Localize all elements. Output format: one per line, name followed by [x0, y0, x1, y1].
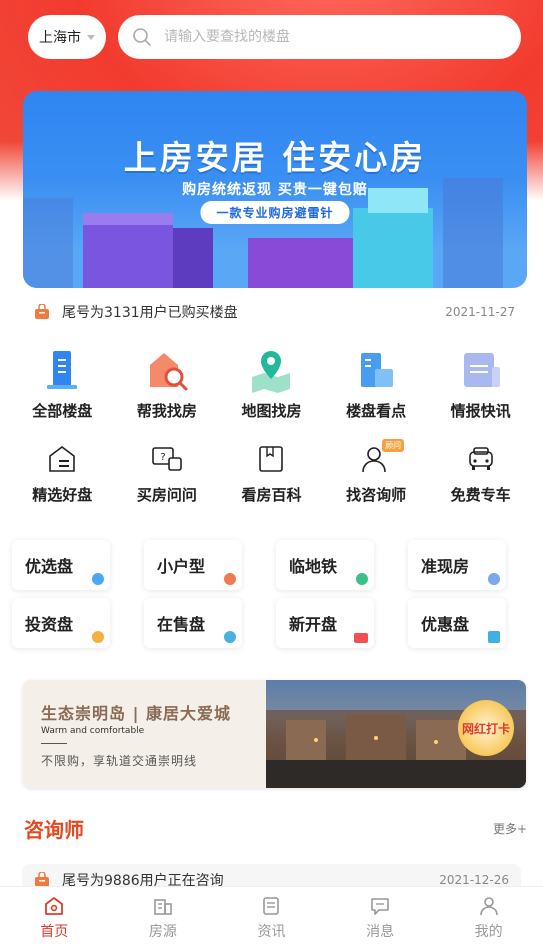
tag-label: 临地铁 [289, 557, 338, 576]
grid-item-all-buildings[interactable]: 全部楼盘 [10, 346, 115, 421]
tab-label: 首页 [40, 924, 69, 940]
article-icon [263, 897, 280, 915]
message-icon [371, 898, 389, 915]
banner-subtitle: 购房统统返现 买贵一键包赔 [182, 182, 368, 198]
bottom-tab-bar: 首页 房源 资讯 消息 我的 [0, 886, 543, 949]
search-input[interactable] [164, 29, 521, 45]
ad-badge: 网红打卡 [458, 700, 514, 756]
grid-label: 全部楼盘 [32, 402, 93, 420]
question-chat-icon: ? [152, 447, 182, 471]
car-icon [468, 447, 493, 470]
grid-label: 帮我找房 [136, 402, 197, 420]
feature-grid: 全部楼盘 帮我找房 地图找房 楼盘看点 情报快讯 精选好盘 ? 买房问问 看房百… [10, 346, 533, 505]
tag-grid: 优选盘 小户型 临地铁 准现房 投资盘 在售盘 新开盘 优惠盘 [12, 540, 532, 648]
home-icon [45, 897, 64, 915]
ad-english: Warm and comfortable [41, 726, 145, 736]
grid-label: 精选好盘 [32, 486, 93, 504]
consultant-badge: 顾问 [382, 439, 405, 452]
grid-item-selected[interactable]: 精选好盘 [10, 439, 115, 505]
tab-news[interactable]: 资讯 [217, 887, 326, 949]
tag-on-sale[interactable]: 在售盘 [144, 598, 242, 648]
city-selector[interactable]: 上海市 [28, 15, 106, 59]
tag-discount[interactable]: 优惠盘 [408, 598, 506, 648]
chevron-down-icon [87, 34, 95, 40]
search-row: 上海市 [28, 15, 521, 59]
grid-item-help-find[interactable]: 帮我找房 [115, 346, 220, 421]
banner-pill: 一款专业购房避雷针 [200, 201, 350, 224]
section-title: 咨询师 [24, 818, 84, 842]
notice-text: 尾号为3131用户已购买楼盘 [62, 305, 238, 321]
tag-small-unit[interactable]: 小户型 [144, 540, 242, 590]
grid-label: 免费专车 [450, 486, 511, 504]
grid-label: 看房百科 [241, 486, 302, 504]
grid-label: 楼盘看点 [346, 402, 407, 420]
grid-label: 情报快讯 [450, 402, 511, 420]
clock-icon [92, 631, 104, 643]
ad-subtitle: 不限购，享轨道交通崇明线 [41, 754, 198, 768]
house-outline-icon [49, 446, 76, 472]
grid-item-highlights[interactable]: 楼盘看点 [324, 346, 429, 421]
grid-item-free-car[interactable]: 免费专车 [428, 439, 533, 505]
grid-label: 找咨询师 [346, 486, 407, 504]
svg-text:?: ? [160, 452, 165, 463]
tag-label: 新开盘 [289, 615, 338, 634]
grid-item-consultant[interactable]: 顾问 找咨询师 [324, 439, 429, 505]
tag-label: 优选盘 [25, 557, 74, 576]
tag-selected[interactable]: 优选盘 [12, 540, 110, 590]
house-icon [224, 573, 236, 585]
search-icon [133, 28, 151, 46]
tab-label: 我的 [474, 924, 503, 940]
tab-profile[interactable]: 我的 [434, 887, 543, 949]
tab-label: 消息 [366, 924, 395, 940]
ad-divider [41, 743, 67, 744]
tag-near-ready[interactable]: 准现房 [408, 540, 506, 590]
notice-date: 2021-11-27 [445, 305, 515, 319]
tab-listings[interactable]: 房源 [109, 887, 218, 949]
grid-label: 地图找房 [241, 402, 302, 420]
more-link[interactable]: 更多+ [493, 820, 527, 837]
consultant-section-header: 咨询师 更多+ [24, 814, 527, 843]
tag-label: 在售盘 [157, 615, 206, 634]
building-icon [47, 351, 78, 389]
grid-item-map-find[interactable]: 地图找房 [219, 346, 324, 421]
notice-date: 2021-12-26 [439, 873, 509, 887]
home-icon [488, 573, 500, 585]
buildings-icon [361, 353, 394, 387]
metro-icon [356, 573, 368, 585]
tag-investment[interactable]: 投资盘 [12, 598, 110, 648]
tag-label: 小户型 [157, 557, 206, 576]
diamond-icon [92, 573, 104, 585]
tab-home[interactable]: 首页 [0, 887, 109, 949]
banner-title: 上房安居 住安心房 [123, 138, 427, 177]
tab-messages[interactable]: 消息 [326, 887, 435, 949]
tag-new-opening[interactable]: 新开盘 [276, 598, 374, 648]
grid-item-ask[interactable]: ? 买房问问 [115, 439, 220, 505]
book-icon [259, 446, 284, 472]
tab-label: 资讯 [257, 924, 286, 940]
map-pin-icon [252, 351, 291, 393]
new-icon [354, 633, 368, 643]
ad-title: 生态崇明岛 | 康居大爱城 [41, 704, 231, 723]
profile-icon [479, 897, 498, 916]
tag-label: 投资盘 [25, 615, 74, 634]
discount-icon [488, 631, 500, 643]
grid-item-news[interactable]: 情报快讯 [428, 346, 533, 421]
news-icon [463, 353, 500, 387]
grid-item-encyclopedia[interactable]: 看房百科 [219, 439, 324, 505]
grid-label: 买房问问 [136, 486, 197, 504]
tag-near-metro[interactable]: 临地铁 [276, 540, 374, 590]
yen-icon [224, 631, 236, 643]
promo-banner[interactable]: 上房安居 住安心房 购房统统返现 买贵一键包赔 一款专业购房避雷针 [23, 91, 527, 288]
house-search-icon [149, 353, 188, 391]
ad-banner[interactable]: 生态崇明岛 | 康居大爱城 Warm and comfortable 不限购，享… [23, 680, 526, 788]
city-label: 上海市 [39, 30, 81, 46]
purchase-notice: 尾号为3131用户已购买楼盘 2021-11-27 [34, 300, 515, 324]
tag-label: 准现房 [421, 557, 470, 576]
tag-label: 优惠盘 [421, 615, 470, 634]
listing-icon [154, 899, 172, 915]
shopping-bag-icon [35, 304, 49, 319]
tab-label: 房源 [148, 924, 177, 940]
search-box[interactable] [118, 15, 521, 59]
